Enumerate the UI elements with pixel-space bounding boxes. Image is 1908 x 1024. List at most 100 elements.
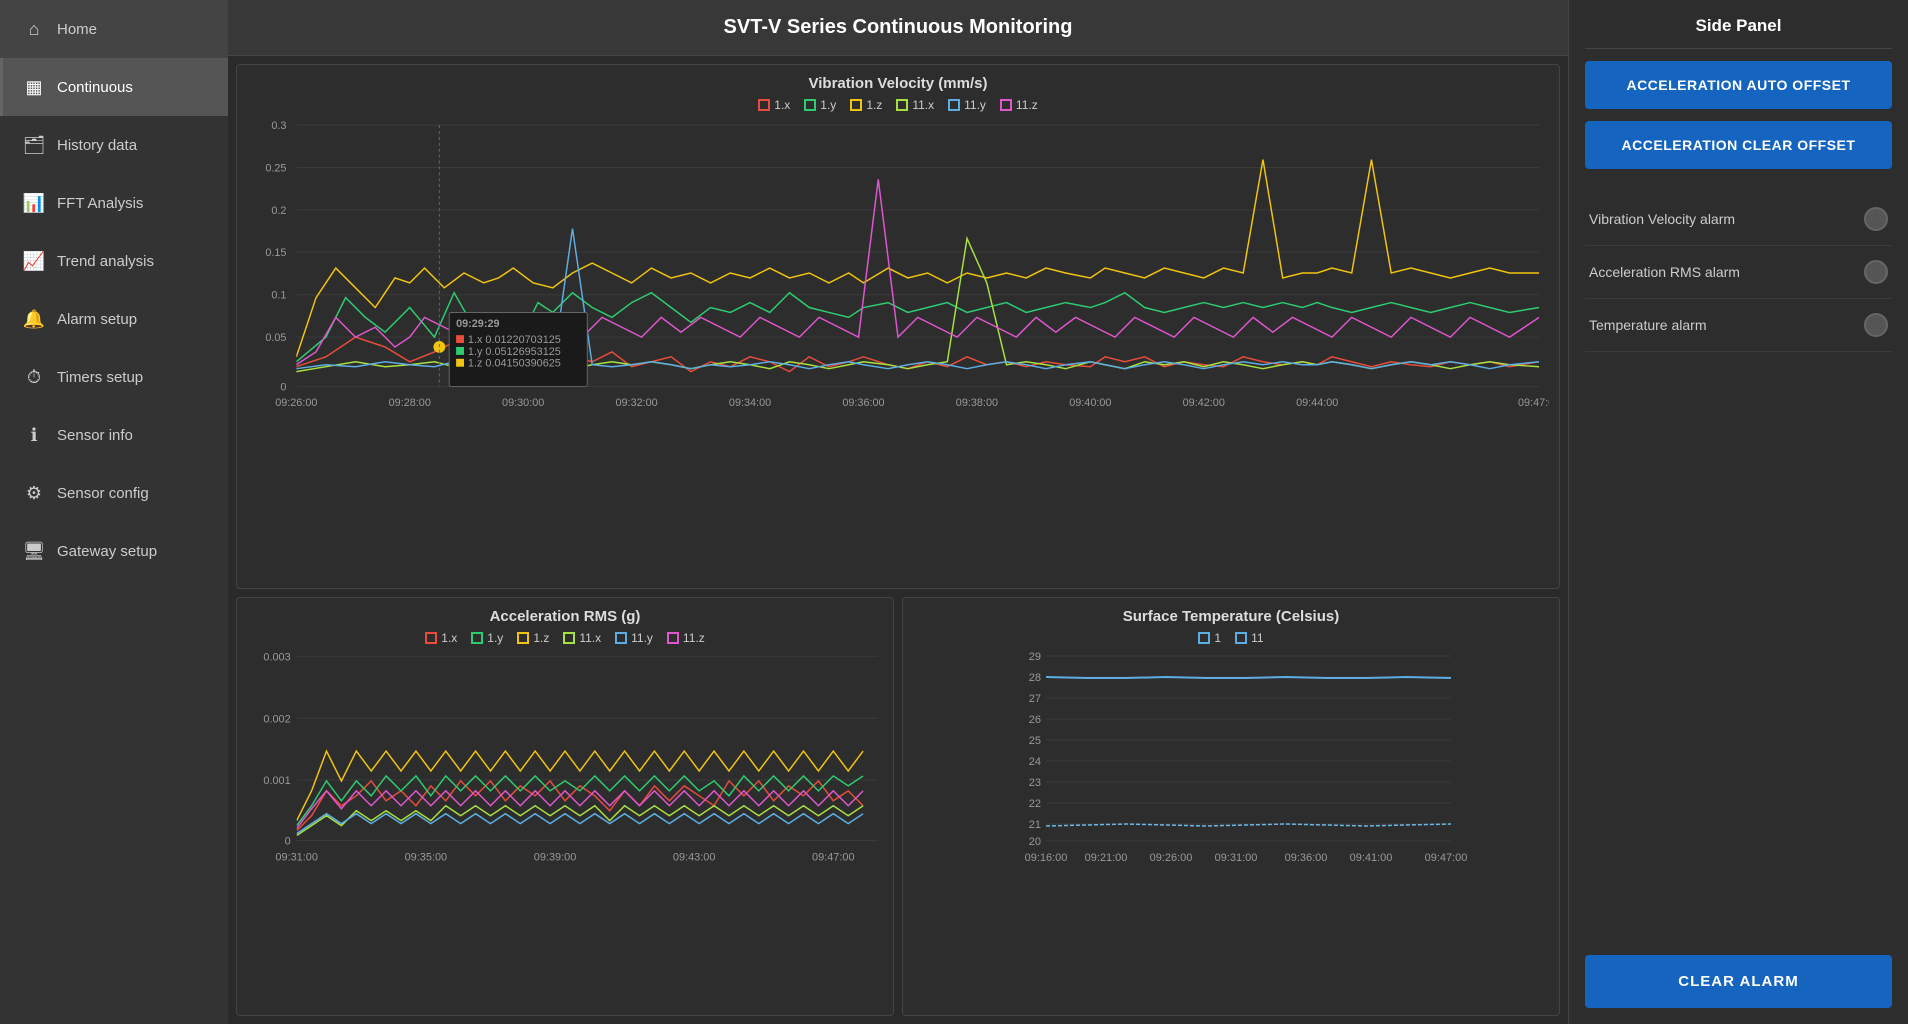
sidebar-item-sensor-info[interactable]: ℹ Sensor info <box>0 406 228 464</box>
side-panel: Side Panel ACCELERATION AUTO OFFSET ACCE… <box>1568 0 1908 1024</box>
fft-icon: 📊 <box>23 192 45 214</box>
velocity-chart-panel: Vibration Velocity (mm/s) 1.x 1.y 1.z 11… <box>236 64 1560 589</box>
svg-text:22: 22 <box>1029 798 1041 810</box>
acceleration-chart-legend: 1.x 1.y 1.z 11.x <box>247 631 883 645</box>
svg-text:26: 26 <box>1029 714 1041 726</box>
charts-area: Vibration Velocity (mm/s) 1.x 1.y 1.z 11… <box>228 56 1568 1024</box>
clear-alarm-button[interactable]: CLEAR ALARM <box>1585 955 1892 1008</box>
legend-11y: 11.y <box>948 98 986 112</box>
sidebar-item-timers[interactable]: ⏱ Timers setup <box>0 348 228 406</box>
sidebar-item-trend[interactable]: 📈 Trend analysis <box>0 232 228 290</box>
temperature-chart-svg: 29 28 27 26 25 24 23 22 21 20 09:16:00 0… <box>913 651 1549 881</box>
svg-text:09:38:00: 09:38:00 <box>956 397 998 409</box>
sidebar: ⌂ Home ▦ Continuous 🗂 History data 📊 FFT… <box>0 0 228 1024</box>
svg-text:0.15: 0.15 <box>265 247 286 259</box>
svg-text:09:16:00: 09:16:00 <box>1025 852 1068 864</box>
svg-text:09:47:00: 09:47:00 <box>1518 397 1549 409</box>
svg-text:09:35:00: 09:35:00 <box>405 851 448 863</box>
sidebar-label-timers: Timers setup <box>57 369 143 386</box>
sidebar-item-fft[interactable]: 📊 FFT Analysis <box>0 174 228 232</box>
legend-color-11z <box>1000 99 1012 111</box>
legend-11z: 11.z <box>1000 98 1038 112</box>
svg-text:09:26:00: 09:26:00 <box>1150 852 1193 864</box>
sensor-config-icon: ⚙ <box>23 482 45 504</box>
velocity-chart-container: 0.3 0.25 0.2 0.15 0.1 0.05 0 09:26:00 09… <box>247 118 1549 433</box>
svg-text:09:34:00: 09:34:00 <box>729 397 771 409</box>
velocity-alarm-label: Vibration Velocity alarm <box>1589 211 1735 227</box>
main-content: SVT-V Series Continuous Monitoring Vibra… <box>228 0 1568 1024</box>
sidebar-label-alarm: Alarm setup <box>57 311 137 328</box>
svg-text:09:29:29: 09:29:29 <box>456 318 499 330</box>
velocity-chart-legend: 1.x 1.y 1.z 11.x 11.y <box>247 98 1549 112</box>
velocity-alarm-toggle[interactable] <box>1864 207 1888 231</box>
temperature-alarm-toggle[interactable] <box>1864 313 1888 337</box>
sidebar-item-history[interactable]: 🗂 History data <box>0 116 228 174</box>
continuous-icon: ▦ <box>23 76 45 98</box>
sidebar-label-sensor-info: Sensor info <box>57 427 133 444</box>
svg-text:09:28:00: 09:28:00 <box>389 397 431 409</box>
accel-legend-1z: 1.z <box>517 631 549 645</box>
temperature-alarm-row: Temperature alarm <box>1585 299 1892 352</box>
history-icon: 🗂 <box>23 134 45 156</box>
svg-text:09:26:00: 09:26:00 <box>275 397 317 409</box>
legend-1z: 1.z <box>850 98 882 112</box>
sidebar-label-history: History data <box>57 137 137 154</box>
sidebar-item-alarm[interactable]: 🔔 Alarm setup <box>0 290 228 348</box>
svg-text:1.y 0.05126953125: 1.y 0.05126953125 <box>468 346 561 358</box>
alarms-section: Vibration Velocity alarm Acceleration RM… <box>1585 193 1892 352</box>
acceleration-auto-offset-button[interactable]: ACCELERATION AUTO OFFSET <box>1585 61 1892 109</box>
acceleration-clear-offset-button[interactable]: ACCELERATION CLEAR OFFSET <box>1585 121 1892 169</box>
svg-text:0: 0 <box>285 835 291 847</box>
svg-text:1.x 0.01220703125: 1.x 0.01220703125 <box>468 334 561 346</box>
main-header: SVT-V Series Continuous Monitoring <box>228 0 1568 56</box>
svg-text:09:42:00: 09:42:00 <box>1183 397 1225 409</box>
svg-text:20: 20 <box>1029 836 1041 848</box>
accel-legend-11x: 11.x <box>563 631 601 645</box>
svg-text:09:47:00: 09:47:00 <box>1425 852 1468 864</box>
gateway-icon: 🖥 <box>23 540 45 562</box>
svg-text:0.003: 0.003 <box>263 652 290 664</box>
sidebar-item-continuous[interactable]: ▦ Continuous <box>0 58 228 116</box>
svg-text:0.05: 0.05 <box>265 332 286 344</box>
svg-text:23: 23 <box>1029 777 1041 789</box>
svg-text:09:36:00: 09:36:00 <box>842 397 884 409</box>
home-icon: ⌂ <box>23 18 45 40</box>
svg-text:0.25: 0.25 <box>265 162 286 174</box>
legend-color-11x <box>896 99 908 111</box>
svg-text:29: 29 <box>1029 651 1041 663</box>
svg-text:0.002: 0.002 <box>263 713 290 725</box>
sidebar-label-continuous: Continuous <box>57 79 133 96</box>
svg-text:0: 0 <box>280 381 286 393</box>
temp-legend-11: 11 <box>1235 631 1263 645</box>
legend-color-1y <box>804 99 816 111</box>
acceleration-chart-panel: Acceleration RMS (g) 1.x 1.y 1.z <box>236 597 894 1016</box>
svg-text:09:39:00: 09:39:00 <box>534 851 577 863</box>
legend-color-11y <box>948 99 960 111</box>
svg-text:1.z 0.04150390625: 1.z 0.04150390625 <box>468 358 561 370</box>
legend-11x: 11.x <box>896 98 934 112</box>
svg-text:09:40:00: 09:40:00 <box>1069 397 1111 409</box>
side-panel-title: Side Panel <box>1585 16 1892 49</box>
sidebar-item-home[interactable]: ⌂ Home <box>0 0 228 58</box>
sidebar-label-gateway: Gateway setup <box>57 543 157 560</box>
acceleration-alarm-toggle[interactable] <box>1864 260 1888 284</box>
temperature-chart-panel: Surface Temperature (Celsius) 1 11 <box>902 597 1560 1016</box>
velocity-chart-title: Vibration Velocity (mm/s) <box>247 75 1549 92</box>
sidebar-item-sensor-config[interactable]: ⚙ Sensor config <box>0 464 228 522</box>
svg-text:0.2: 0.2 <box>271 205 286 217</box>
accel-legend-11z: 11.z <box>667 631 705 645</box>
acceleration-alarm-row: Acceleration RMS alarm <box>1585 246 1892 299</box>
legend-color-1x <box>758 99 770 111</box>
svg-text:09:41:00: 09:41:00 <box>1350 852 1393 864</box>
sidebar-item-gateway[interactable]: 🖥 Gateway setup <box>0 522 228 580</box>
sidebar-label-home: Home <box>57 21 97 38</box>
svg-text:09:31:00: 09:31:00 <box>275 851 318 863</box>
svg-text:09:44:00: 09:44:00 <box>1296 397 1338 409</box>
velocity-chart-svg: 0.3 0.25 0.2 0.15 0.1 0.05 0 09:26:00 09… <box>247 118 1549 428</box>
svg-text:25: 25 <box>1029 735 1041 747</box>
temperature-chart-title: Surface Temperature (Celsius) <box>913 608 1549 625</box>
legend-color-1z <box>850 99 862 111</box>
velocity-alarm-row: Vibration Velocity alarm <box>1585 193 1892 246</box>
accel-legend-11y: 11.y <box>615 631 653 645</box>
svg-text:0.3: 0.3 <box>271 120 286 132</box>
